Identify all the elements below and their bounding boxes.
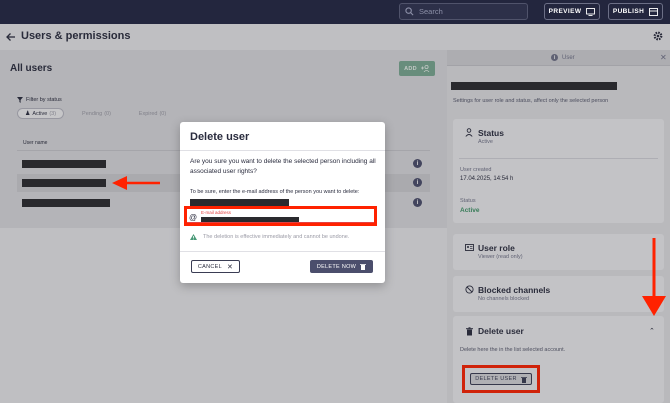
- close-icon: ✕: [226, 263, 234, 271]
- delete-now-button[interactable]: DELETE NOW: [310, 260, 373, 273]
- email-field[interactable]: @ E-mail address: [187, 209, 374, 223]
- search-icon: [405, 7, 414, 16]
- highlight-box: @ E-mail address: [184, 206, 377, 226]
- publish-label: PUBLISH: [612, 8, 645, 15]
- dialog-instruction: To be sure, enter the e-mail address of …: [190, 189, 360, 195]
- warning-icon: [190, 234, 197, 240]
- publish-button[interactable]: PUBLISH: [608, 3, 663, 20]
- divider: [180, 150, 385, 151]
- deletion-warning: The deletion is effective immediately an…: [190, 234, 349, 240]
- top-bar: Search PREVIEW PUBLISH: [0, 0, 670, 24]
- search-input[interactable]: Search: [399, 3, 528, 20]
- preview-icon: [586, 7, 596, 16]
- cancel-button[interactable]: CANCEL ✕: [191, 260, 240, 273]
- email-field-label: E-mail address: [201, 210, 232, 215]
- preview-label: PREVIEW: [548, 8, 582, 15]
- redacted-email: [190, 199, 289, 206]
- redacted-email-value: [201, 217, 299, 222]
- search-placeholder: Search: [419, 7, 443, 16]
- delete-user-dialog: Delete user Are you sure you want to del…: [180, 122, 385, 283]
- annotation-arrow-down-icon: [642, 238, 666, 316]
- dialog-title: Delete user: [190, 131, 250, 143]
- annotation-arrow-left-icon: [112, 176, 160, 190]
- publish-icon: [649, 7, 659, 16]
- divider: [180, 251, 385, 252]
- trash-icon: [360, 264, 367, 270]
- dialog-question: Are you sure you want to delete the sele…: [190, 158, 376, 175]
- preview-button[interactable]: PREVIEW: [544, 3, 600, 20]
- at-icon: @: [189, 213, 198, 222]
